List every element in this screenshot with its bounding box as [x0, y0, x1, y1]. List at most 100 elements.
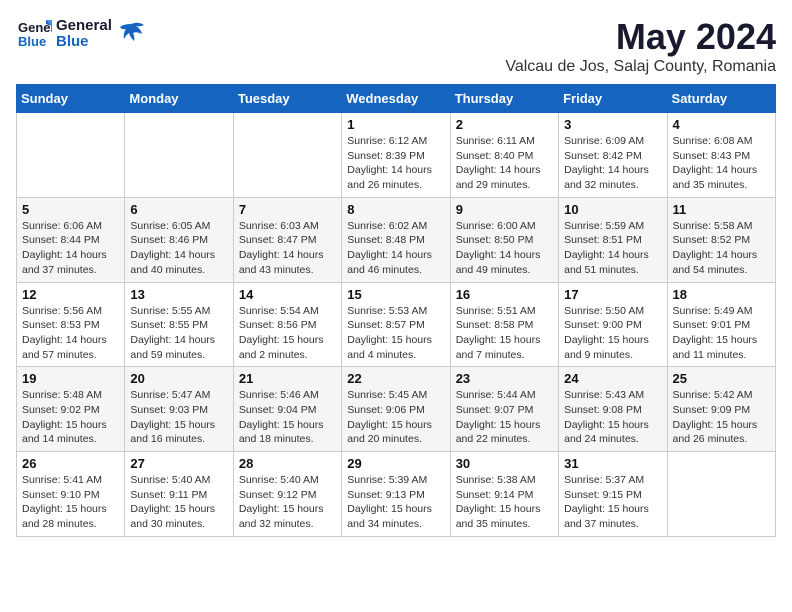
calendar-cell: 21 Sunrise: 5:46 AM Sunset: 9:04 PM Dayli… [233, 367, 341, 452]
calendar-cell: 7 Sunrise: 6:03 AM Sunset: 8:47 PM Daylig… [233, 197, 341, 282]
day-number: 6 [130, 202, 227, 217]
calendar-cell: 9Sunrise: 6:00 AM Sunset: 8:50 PM Daylig… [450, 197, 558, 282]
calendar-cell: 24 Sunrise: 5:43 AM Sunset: 9:08 PM Dayli… [559, 367, 667, 452]
day-number: 4 [673, 117, 770, 132]
calendar-cell: 22Sunrise: 5:45 AM Sunset: 9:06 PM Dayli… [342, 367, 450, 452]
calendar-cell: 25Sunrise: 5:42 AM Sunset: 9:09 PM Dayli… [667, 367, 775, 452]
calendar-cell [233, 113, 341, 198]
day-info: Sunrise: 6:11 AM Sunset: 8:40 PM Dayligh… [456, 134, 553, 193]
weekday-header-thursday: Thursday [450, 85, 558, 113]
calendar-cell: 26 Sunrise: 5:41 AM Sunset: 9:10 PM Dayli… [17, 452, 125, 537]
calendar-cell: 16Sunrise: 5:51 AM Sunset: 8:58 PM Dayli… [450, 282, 558, 367]
day-number: 27 [130, 456, 227, 471]
calendar-week-row: 26 Sunrise: 5:41 AM Sunset: 9:10 PM Dayli… [17, 452, 776, 537]
day-number: 31 [564, 456, 661, 471]
calendar-week-row: 5 Sunrise: 6:06 AM Sunset: 8:44 PM Daylig… [17, 197, 776, 282]
calendar-cell: 12Sunrise: 5:56 AM Sunset: 8:53 PM Dayli… [17, 282, 125, 367]
day-number: 18 [673, 287, 770, 302]
calendar-cell [667, 452, 775, 537]
title-block: May 2024 Valcau de Jos, Salaj County, Ro… [505, 16, 776, 76]
calendar-cell: 20 Sunrise: 5:47 AM Sunset: 9:03 PM Dayli… [125, 367, 233, 452]
day-info: Sunrise: 5:47 AM Sunset: 9:03 PM Dayligh… [130, 388, 227, 447]
day-info: Sunrise: 5:39 AM Sunset: 9:13 PM Dayligh… [347, 473, 444, 532]
day-info: Sunrise: 5:56 AM Sunset: 8:53 PM Dayligh… [22, 304, 119, 363]
calendar-cell: 1Sunrise: 6:12 AM Sunset: 8:39 PM Daylig… [342, 113, 450, 198]
day-number: 30 [456, 456, 553, 471]
day-number: 3 [564, 117, 661, 132]
weekday-header-tuesday: Tuesday [233, 85, 341, 113]
logo-text-general: General [56, 18, 112, 35]
weekday-header-friday: Friday [559, 85, 667, 113]
day-info: Sunrise: 5:48 AM Sunset: 9:02 PM Dayligh… [22, 388, 119, 447]
day-info: Sunrise: 5:45 AM Sunset: 9:06 PM Dayligh… [347, 388, 444, 447]
day-info: Sunrise: 5:38 AM Sunset: 9:14 PM Dayligh… [456, 473, 553, 532]
day-number: 23 [456, 371, 553, 386]
day-info: Sunrise: 5:43 AM Sunset: 9:08 PM Dayligh… [564, 388, 661, 447]
calendar-cell: 3 Sunrise: 6:09 AM Sunset: 8:42 PM Daylig… [559, 113, 667, 198]
calendar-week-row: 1Sunrise: 6:12 AM Sunset: 8:39 PM Daylig… [17, 113, 776, 198]
logo-text-blue: Blue [56, 34, 112, 51]
day-info: Sunrise: 5:41 AM Sunset: 9:10 PM Dayligh… [22, 473, 119, 532]
svg-text:Blue: Blue [18, 34, 46, 49]
day-info: Sunrise: 6:09 AM Sunset: 8:42 PM Dayligh… [564, 134, 661, 193]
calendar-week-row: 19 Sunrise: 5:48 AM Sunset: 9:02 PM Dayli… [17, 367, 776, 452]
day-info: Sunrise: 5:51 AM Sunset: 8:58 PM Dayligh… [456, 304, 553, 363]
day-info: Sunrise: 6:03 AM Sunset: 8:47 PM Dayligh… [239, 219, 336, 278]
day-number: 19 [22, 371, 119, 386]
calendar-cell: 10 Sunrise: 5:59 AM Sunset: 8:51 PM Dayli… [559, 197, 667, 282]
page-header: General Blue General Blue May 2024 Valca… [16, 16, 776, 76]
day-info: Sunrise: 5:40 AM Sunset: 9:11 PM Dayligh… [130, 473, 227, 532]
calendar-cell [125, 113, 233, 198]
day-info: Sunrise: 5:53 AM Sunset: 8:57 PM Dayligh… [347, 304, 444, 363]
day-number: 9 [456, 202, 553, 217]
day-number: 7 [239, 202, 336, 217]
calendar-cell: 23 Sunrise: 5:44 AM Sunset: 9:07 PM Dayli… [450, 367, 558, 452]
day-info: Sunrise: 5:42 AM Sunset: 9:09 PM Dayligh… [673, 388, 770, 447]
day-number: 11 [673, 202, 770, 217]
calendar-cell: 31 Sunrise: 5:37 AM Sunset: 9:15 PM Dayli… [559, 452, 667, 537]
day-number: 15 [347, 287, 444, 302]
day-info: Sunrise: 6:02 AM Sunset: 8:48 PM Dayligh… [347, 219, 444, 278]
weekday-header-saturday: Saturday [667, 85, 775, 113]
day-info: Sunrise: 6:08 AM Sunset: 8:43 PM Dayligh… [673, 134, 770, 193]
day-number: 5 [22, 202, 119, 217]
location-title: Valcau de Jos, Salaj County, Romania [505, 58, 776, 76]
calendar-cell: 2 Sunrise: 6:11 AM Sunset: 8:40 PM Daylig… [450, 113, 558, 198]
calendar-cell: 17Sunrise: 5:50 AM Sunset: 9:00 PM Dayli… [559, 282, 667, 367]
calendar-cell: 11 Sunrise: 5:58 AM Sunset: 8:52 PM Dayli… [667, 197, 775, 282]
calendar-cell: 13Sunrise: 5:55 AM Sunset: 8:55 PM Dayli… [125, 282, 233, 367]
day-number: 24 [564, 371, 661, 386]
day-info: Sunrise: 5:49 AM Sunset: 9:01 PM Dayligh… [673, 304, 770, 363]
month-title: May 2024 [505, 16, 776, 58]
calendar-week-row: 12Sunrise: 5:56 AM Sunset: 8:53 PM Dayli… [17, 282, 776, 367]
calendar-cell: 4 Sunrise: 6:08 AM Sunset: 8:43 PM Daylig… [667, 113, 775, 198]
calendar-cell: 5 Sunrise: 6:06 AM Sunset: 8:44 PM Daylig… [17, 197, 125, 282]
logo-icon: General Blue [16, 16, 52, 52]
day-number: 26 [22, 456, 119, 471]
bird-icon [116, 19, 146, 49]
day-info: Sunrise: 6:12 AM Sunset: 8:39 PM Dayligh… [347, 134, 444, 193]
day-number: 17 [564, 287, 661, 302]
day-info: Sunrise: 5:55 AM Sunset: 8:55 PM Dayligh… [130, 304, 227, 363]
logo: General Blue General Blue [16, 16, 146, 52]
calendar-cell: 27 Sunrise: 5:40 AM Sunset: 9:11 PM Dayli… [125, 452, 233, 537]
day-info: Sunrise: 5:59 AM Sunset: 8:51 PM Dayligh… [564, 219, 661, 278]
day-number: 21 [239, 371, 336, 386]
day-info: Sunrise: 5:58 AM Sunset: 8:52 PM Dayligh… [673, 219, 770, 278]
calendar-cell: 28 Sunrise: 5:40 AM Sunset: 9:12 PM Dayli… [233, 452, 341, 537]
day-number: 10 [564, 202, 661, 217]
day-info: Sunrise: 6:05 AM Sunset: 8:46 PM Dayligh… [130, 219, 227, 278]
day-info: Sunrise: 6:06 AM Sunset: 8:44 PM Dayligh… [22, 219, 119, 278]
calendar-cell: 29Sunrise: 5:39 AM Sunset: 9:13 PM Dayli… [342, 452, 450, 537]
day-number: 14 [239, 287, 336, 302]
calendar-table: SundayMondayTuesdayWednesdayThursdayFrid… [16, 84, 776, 537]
day-number: 28 [239, 456, 336, 471]
day-info: Sunrise: 5:40 AM Sunset: 9:12 PM Dayligh… [239, 473, 336, 532]
day-info: Sunrise: 5:44 AM Sunset: 9:07 PM Dayligh… [456, 388, 553, 447]
day-info: Sunrise: 5:37 AM Sunset: 9:15 PM Dayligh… [564, 473, 661, 532]
day-info: Sunrise: 5:46 AM Sunset: 9:04 PM Dayligh… [239, 388, 336, 447]
day-number: 20 [130, 371, 227, 386]
calendar-cell [17, 113, 125, 198]
day-number: 2 [456, 117, 553, 132]
calendar-cell: 6 Sunrise: 6:05 AM Sunset: 8:46 PM Daylig… [125, 197, 233, 282]
